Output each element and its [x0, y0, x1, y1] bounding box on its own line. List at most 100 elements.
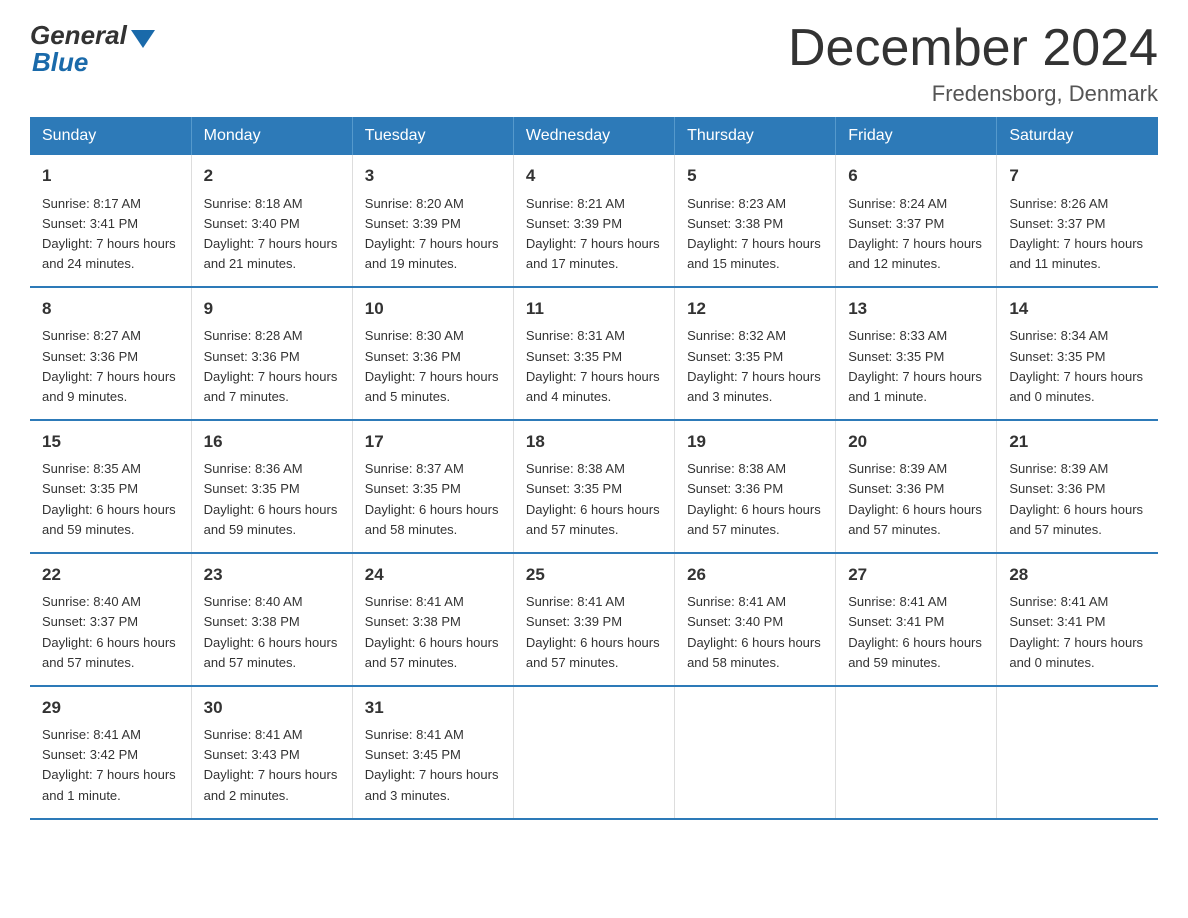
table-row: 30 Sunrise: 8:41 AMSunset: 3:43 PMDaylig…: [191, 686, 352, 819]
header-friday: Friday: [836, 117, 997, 155]
day-info: Sunrise: 8:41 AMSunset: 3:43 PMDaylight:…: [204, 725, 340, 806]
table-row: 21 Sunrise: 8:39 AMSunset: 3:36 PMDaylig…: [997, 420, 1158, 553]
calendar-week-row: 1 Sunrise: 8:17 AMSunset: 3:41 PMDayligh…: [30, 155, 1158, 287]
header-wednesday: Wednesday: [513, 117, 674, 155]
table-row: 2 Sunrise: 8:18 AMSunset: 3:40 PMDayligh…: [191, 155, 352, 287]
table-row: 12 Sunrise: 8:32 AMSunset: 3:35 PMDaylig…: [675, 287, 836, 420]
table-row: 15 Sunrise: 8:35 AMSunset: 3:35 PMDaylig…: [30, 420, 191, 553]
table-row: 22 Sunrise: 8:40 AMSunset: 3:37 PMDaylig…: [30, 553, 191, 686]
day-info: Sunrise: 8:27 AMSunset: 3:36 PMDaylight:…: [42, 326, 179, 407]
day-number: 21: [1009, 429, 1146, 455]
day-number: 14: [1009, 296, 1146, 322]
day-number: 22: [42, 562, 179, 588]
day-number: 19: [687, 429, 823, 455]
day-info: Sunrise: 8:41 AMSunset: 3:42 PMDaylight:…: [42, 725, 179, 806]
day-number: 15: [42, 429, 179, 455]
day-info: Sunrise: 8:17 AMSunset: 3:41 PMDaylight:…: [42, 194, 179, 275]
calendar-table: Sunday Monday Tuesday Wednesday Thursday…: [30, 117, 1158, 820]
table-row: 14 Sunrise: 8:34 AMSunset: 3:35 PMDaylig…: [997, 287, 1158, 420]
day-number: 24: [365, 562, 501, 588]
day-info: Sunrise: 8:41 AMSunset: 3:45 PMDaylight:…: [365, 725, 501, 806]
day-info: Sunrise: 8:21 AMSunset: 3:39 PMDaylight:…: [526, 194, 662, 275]
table-row: 9 Sunrise: 8:28 AMSunset: 3:36 PMDayligh…: [191, 287, 352, 420]
day-info: Sunrise: 8:23 AMSunset: 3:38 PMDaylight:…: [687, 194, 823, 275]
day-number: 5: [687, 163, 823, 189]
day-info: Sunrise: 8:40 AMSunset: 3:38 PMDaylight:…: [204, 592, 340, 673]
table-row: 26 Sunrise: 8:41 AMSunset: 3:40 PMDaylig…: [675, 553, 836, 686]
table-row: 20 Sunrise: 8:39 AMSunset: 3:36 PMDaylig…: [836, 420, 997, 553]
day-number: 10: [365, 296, 501, 322]
day-info: Sunrise: 8:39 AMSunset: 3:36 PMDaylight:…: [1009, 459, 1146, 540]
table-row: [675, 686, 836, 819]
day-info: Sunrise: 8:28 AMSunset: 3:36 PMDaylight:…: [204, 326, 340, 407]
day-info: Sunrise: 8:36 AMSunset: 3:35 PMDaylight:…: [204, 459, 340, 540]
table-row: 23 Sunrise: 8:40 AMSunset: 3:38 PMDaylig…: [191, 553, 352, 686]
day-number: 25: [526, 562, 662, 588]
logo-triangle-icon: [131, 30, 155, 48]
table-row: 6 Sunrise: 8:24 AMSunset: 3:37 PMDayligh…: [836, 155, 997, 287]
day-number: 11: [526, 296, 662, 322]
location: Fredensborg, Denmark: [788, 81, 1158, 107]
day-number: 23: [204, 562, 340, 588]
day-number: 2: [204, 163, 340, 189]
table-row: 27 Sunrise: 8:41 AMSunset: 3:41 PMDaylig…: [836, 553, 997, 686]
day-number: 18: [526, 429, 662, 455]
day-info: Sunrise: 8:31 AMSunset: 3:35 PMDaylight:…: [526, 326, 662, 407]
day-number: 31: [365, 695, 501, 721]
day-info: Sunrise: 8:38 AMSunset: 3:35 PMDaylight:…: [526, 459, 662, 540]
page-header: General Blue December 2024 Fredensborg, …: [30, 20, 1158, 107]
calendar-week-row: 29 Sunrise: 8:41 AMSunset: 3:42 PMDaylig…: [30, 686, 1158, 819]
day-number: 13: [848, 296, 984, 322]
day-info: Sunrise: 8:18 AMSunset: 3:40 PMDaylight:…: [204, 194, 340, 275]
day-info: Sunrise: 8:39 AMSunset: 3:36 PMDaylight:…: [848, 459, 984, 540]
table-row: 13 Sunrise: 8:33 AMSunset: 3:35 PMDaylig…: [836, 287, 997, 420]
calendar-week-row: 15 Sunrise: 8:35 AMSunset: 3:35 PMDaylig…: [30, 420, 1158, 553]
table-row: 8 Sunrise: 8:27 AMSunset: 3:36 PMDayligh…: [30, 287, 191, 420]
header-thursday: Thursday: [675, 117, 836, 155]
day-number: 30: [204, 695, 340, 721]
day-number: 17: [365, 429, 501, 455]
table-row: [997, 686, 1158, 819]
day-info: Sunrise: 8:38 AMSunset: 3:36 PMDaylight:…: [687, 459, 823, 540]
day-info: Sunrise: 8:33 AMSunset: 3:35 PMDaylight:…: [848, 326, 984, 407]
title-block: December 2024 Fredensborg, Denmark: [788, 20, 1158, 107]
month-title: December 2024: [788, 20, 1158, 77]
table-row: 25 Sunrise: 8:41 AMSunset: 3:39 PMDaylig…: [513, 553, 674, 686]
table-row: 31 Sunrise: 8:41 AMSunset: 3:45 PMDaylig…: [352, 686, 513, 819]
day-info: Sunrise: 8:41 AMSunset: 3:39 PMDaylight:…: [526, 592, 662, 673]
day-info: Sunrise: 8:26 AMSunset: 3:37 PMDaylight:…: [1009, 194, 1146, 275]
day-info: Sunrise: 8:20 AMSunset: 3:39 PMDaylight:…: [365, 194, 501, 275]
table-row: 19 Sunrise: 8:38 AMSunset: 3:36 PMDaylig…: [675, 420, 836, 553]
day-number: 1: [42, 163, 179, 189]
logo: General Blue: [30, 20, 155, 78]
day-number: 12: [687, 296, 823, 322]
calendar-week-row: 8 Sunrise: 8:27 AMSunset: 3:36 PMDayligh…: [30, 287, 1158, 420]
day-info: Sunrise: 8:34 AMSunset: 3:35 PMDaylight:…: [1009, 326, 1146, 407]
day-info: Sunrise: 8:41 AMSunset: 3:38 PMDaylight:…: [365, 592, 501, 673]
day-info: Sunrise: 8:41 AMSunset: 3:41 PMDaylight:…: [848, 592, 984, 673]
logo-blue-text: Blue: [32, 47, 88, 78]
table-row: 3 Sunrise: 8:20 AMSunset: 3:39 PMDayligh…: [352, 155, 513, 287]
header-sunday: Sunday: [30, 117, 191, 155]
day-info: Sunrise: 8:35 AMSunset: 3:35 PMDaylight:…: [42, 459, 179, 540]
table-row: 29 Sunrise: 8:41 AMSunset: 3:42 PMDaylig…: [30, 686, 191, 819]
day-number: 27: [848, 562, 984, 588]
day-info: Sunrise: 8:30 AMSunset: 3:36 PMDaylight:…: [365, 326, 501, 407]
header-saturday: Saturday: [997, 117, 1158, 155]
day-info: Sunrise: 8:37 AMSunset: 3:35 PMDaylight:…: [365, 459, 501, 540]
header-tuesday: Tuesday: [352, 117, 513, 155]
day-number: 20: [848, 429, 984, 455]
day-info: Sunrise: 8:41 AMSunset: 3:41 PMDaylight:…: [1009, 592, 1146, 673]
table-row: 28 Sunrise: 8:41 AMSunset: 3:41 PMDaylig…: [997, 553, 1158, 686]
day-number: 28: [1009, 562, 1146, 588]
table-row: 7 Sunrise: 8:26 AMSunset: 3:37 PMDayligh…: [997, 155, 1158, 287]
day-info: Sunrise: 8:24 AMSunset: 3:37 PMDaylight:…: [848, 194, 984, 275]
day-number: 3: [365, 163, 501, 189]
day-number: 6: [848, 163, 984, 189]
table-row: 18 Sunrise: 8:38 AMSunset: 3:35 PMDaylig…: [513, 420, 674, 553]
day-number: 9: [204, 296, 340, 322]
day-number: 4: [526, 163, 662, 189]
table-row: [836, 686, 997, 819]
table-row: 1 Sunrise: 8:17 AMSunset: 3:41 PMDayligh…: [30, 155, 191, 287]
day-info: Sunrise: 8:41 AMSunset: 3:40 PMDaylight:…: [687, 592, 823, 673]
